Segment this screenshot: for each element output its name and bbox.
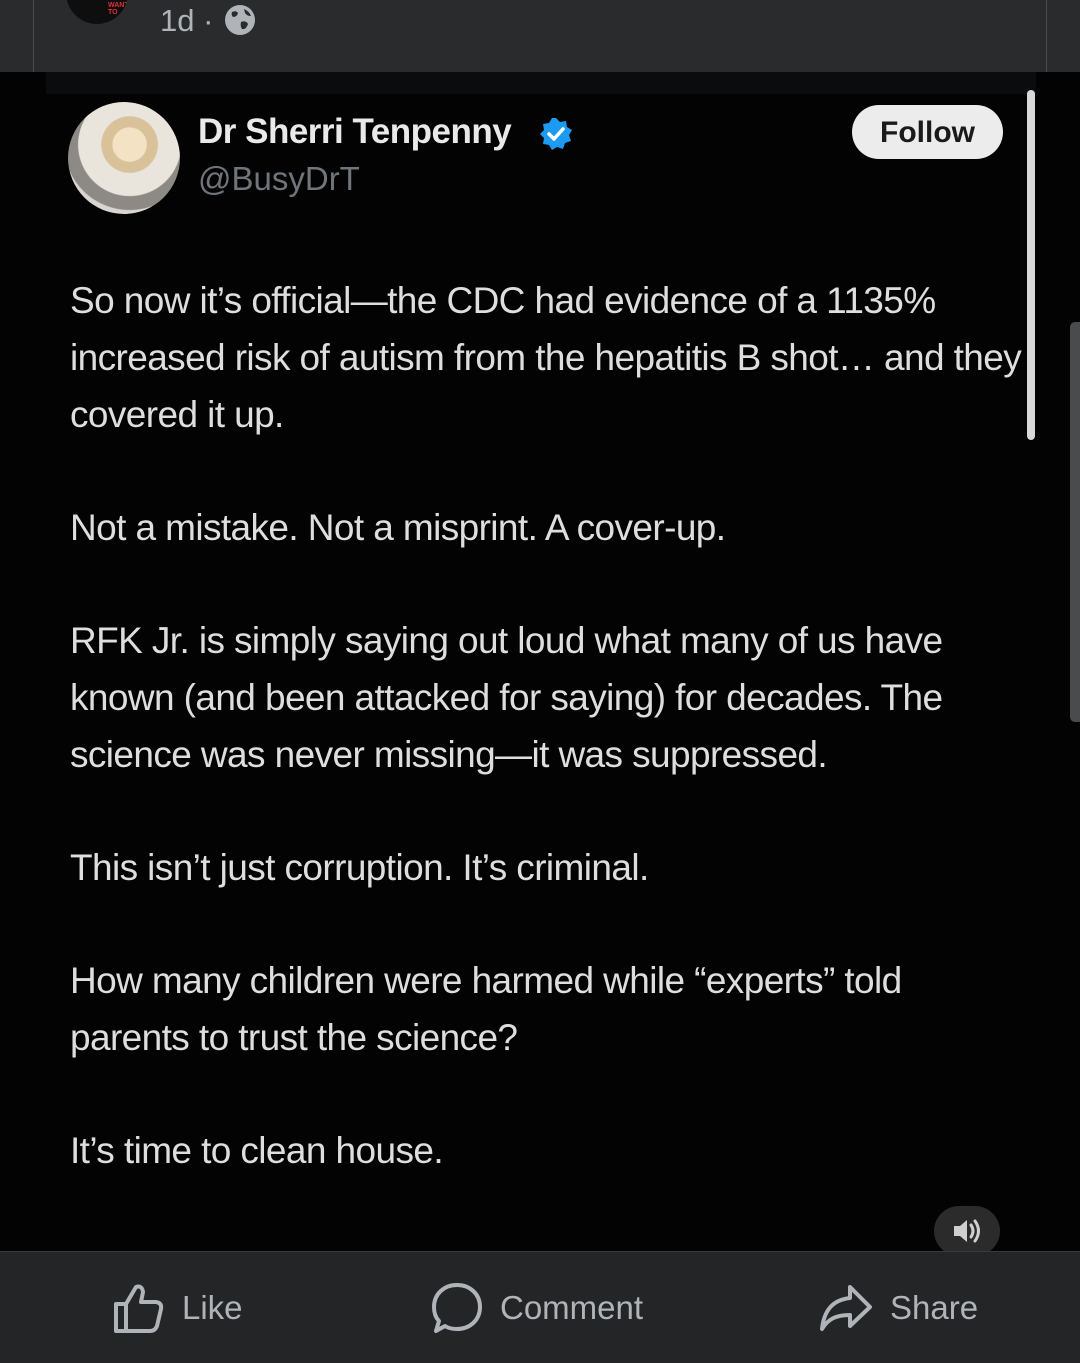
- speech-bubble-icon: [432, 1283, 482, 1333]
- comment-label: Comment: [500, 1289, 644, 1326]
- tweet-author-handle: @BusyDrT: [198, 160, 360, 197]
- share-arrow-icon: [820, 1285, 872, 1331]
- tweet-author-name: Dr Sherri Tenpenny: [198, 112, 512, 151]
- tweet-paragraph: It’s time to clean house.: [70, 1130, 444, 1171]
- facebook-post: WANT TO 1d · Dr Sherri Tenpenny @BusyDrT…: [0, 0, 1080, 1363]
- tweet-author-avatar: [68, 102, 180, 214]
- tweet-paragraph: How many children were harmed while “exp…: [70, 960, 902, 1058]
- avatar-logo-text: WANT TO: [108, 2, 128, 16]
- post-timestamp[interactable]: 1d ·: [160, 2, 213, 40]
- tweet-paragraph: So now it’s official—the CDC had evidenc…: [70, 280, 1022, 435]
- speaker-icon: [954, 1219, 980, 1243]
- tweet-paragraph: This isn’t just corruption. It’s crimina…: [70, 847, 649, 888]
- post-card-border-left: [33, 0, 34, 72]
- follow-button: Follow: [852, 105, 1003, 159]
- time-separator: ·: [203, 3, 214, 38]
- page-scrollbar[interactable]: [1070, 322, 1080, 722]
- share-label: Share: [890, 1289, 979, 1326]
- like-button[interactable]: Like: [112, 1280, 243, 1336]
- like-label: Like: [182, 1289, 243, 1326]
- post-header: WANT TO 1d ·: [0, 0, 1080, 72]
- tweet-text: So now it’s official—the CDC had evidenc…: [70, 272, 1030, 1235]
- shared-tweet-image[interactable]: Dr Sherri Tenpenny @BusyDrT Follow So no…: [0, 72, 1080, 1252]
- globe-icon: [225, 5, 255, 35]
- thumbs-up-icon: [114, 1284, 164, 1333]
- post-action-bar: Like Comment Share: [0, 1251, 1080, 1363]
- verified-badge-icon: [540, 118, 572, 150]
- sound-toggle[interactable]: [934, 1206, 1000, 1252]
- poster-avatar[interactable]: WANT TO: [66, 0, 128, 24]
- comment-button[interactable]: Comment: [430, 1280, 643, 1336]
- share-button[interactable]: Share: [818, 1280, 978, 1336]
- tweet-paragraph: RFK Jr. is simply saying out loud what m…: [70, 620, 943, 775]
- image-top-shade: [46, 72, 1036, 94]
- post-time[interactable]: 1d: [160, 3, 194, 38]
- tweet-paragraph: Not a mistake. Not a misprint. A cover-u…: [70, 507, 726, 548]
- post-card-border-right: [1046, 0, 1047, 72]
